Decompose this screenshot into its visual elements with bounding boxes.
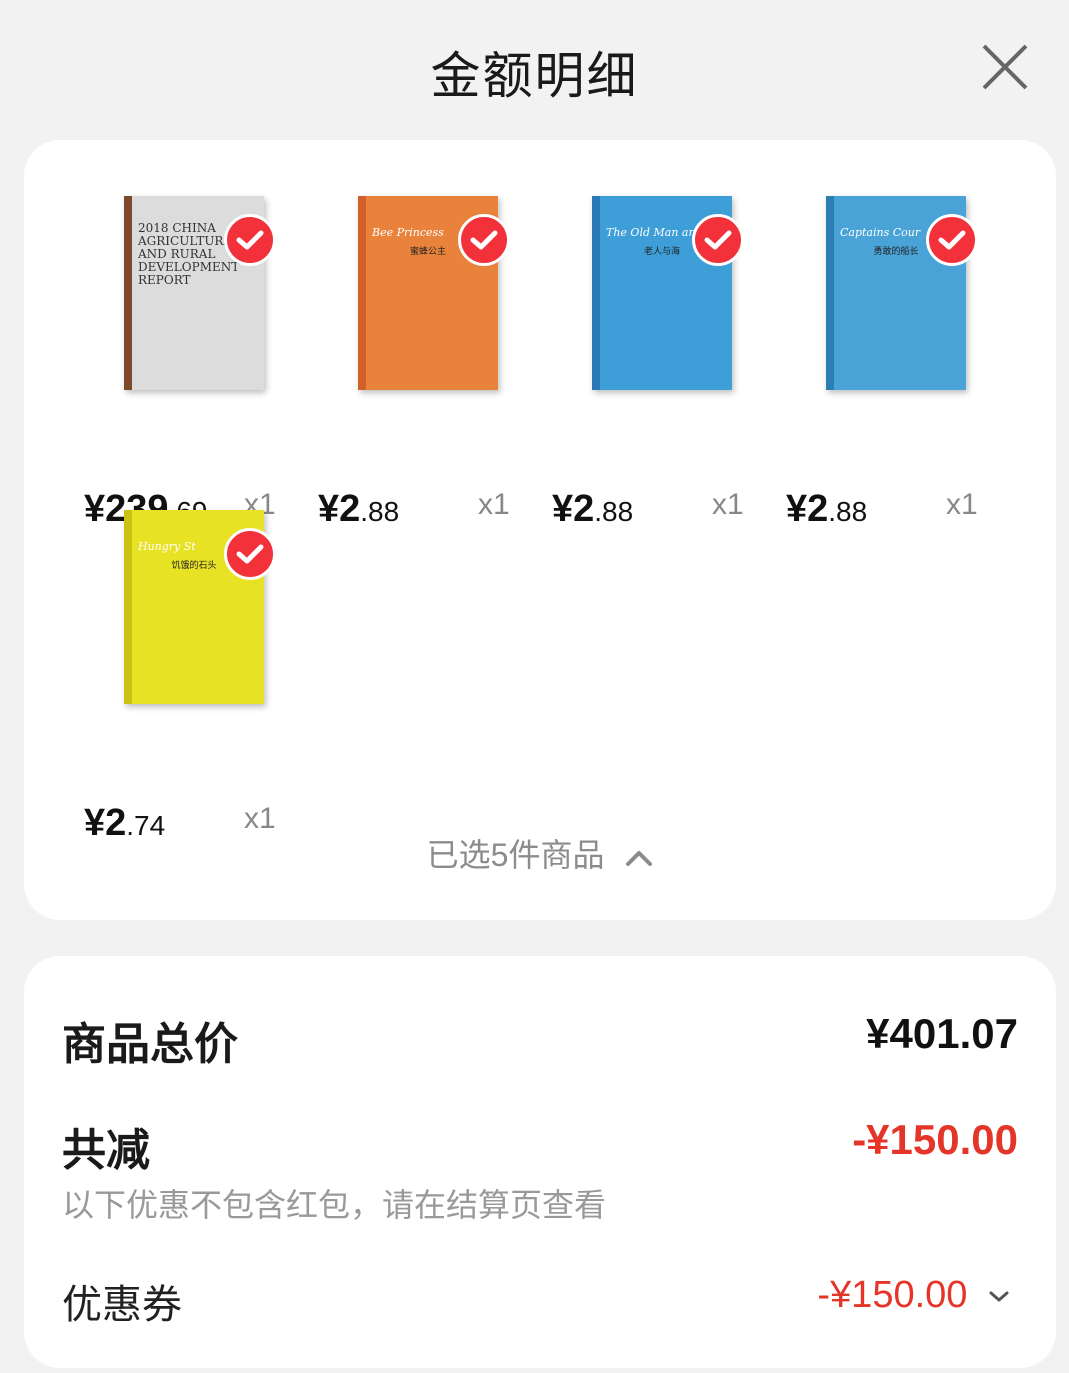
discount-note: 以下优惠不包含红包，请在结算页查看 — [62, 1187, 607, 1223]
coupon-value: -¥150.00 — [817, 1274, 968, 1316]
selected-count-toggle[interactable]: 已选5件商品 — [24, 830, 1056, 876]
checkmark-icon — [236, 544, 264, 564]
close-icon[interactable] — [980, 42, 1030, 92]
close-button[interactable] — [980, 42, 1030, 92]
product-item[interactable]: The Old Man and 老人与海 ¥2.88 x1 — [552, 196, 772, 530]
modal-header: 金额明细 — [0, 0, 1069, 140]
product-item[interactable]: Hungry St 饥饿的石头 ¥2.74 x1 — [84, 510, 304, 844]
product-quantity: x1 — [946, 488, 978, 521]
product-quantity: x1 — [712, 488, 744, 521]
selected-checkbox[interactable] — [224, 528, 276, 580]
checkmark-icon — [470, 230, 498, 250]
product-item[interactable]: Captains Cour 勇敢的船长 ¥2.88 x1 — [786, 196, 1006, 530]
chevron-up-icon — [626, 850, 653, 866]
selected-checkbox[interactable] — [224, 214, 276, 266]
coupon-value-button[interactable]: -¥150.00 — [817, 1274, 1010, 1317]
product-item[interactable]: 2018 CHINA AGRICULTURAL AND RURAL DEVELO… — [84, 196, 304, 530]
selected-checkbox[interactable] — [692, 214, 744, 266]
checkmark-icon — [236, 230, 264, 250]
product-item[interactable]: Bee Princess 蜜蜂公主 ¥2.88 x1 — [318, 196, 538, 530]
product-price: ¥2.88 — [318, 488, 400, 530]
discount-value: -¥150.00 — [852, 1116, 1018, 1163]
product-list-card: 2018 CHINA AGRICULTURAL AND RURAL DEVELO… — [24, 140, 1056, 920]
checkmark-icon — [938, 230, 966, 250]
selected-count-label: 已选5件商品 — [426, 837, 605, 873]
product-quantity: x1 — [478, 488, 510, 521]
selected-checkbox[interactable] — [458, 214, 510, 266]
discount-label: 共减 — [62, 1126, 150, 1175]
selected-checkbox[interactable] — [926, 214, 978, 266]
chevron-down-icon — [989, 1291, 1009, 1302]
product-price: ¥2.88 — [786, 488, 868, 530]
page-title: 金额明细 — [430, 48, 639, 104]
checkmark-icon — [704, 230, 732, 250]
total-price-value: ¥401.07 — [866, 1010, 1018, 1057]
price-summary-card: 商品总价 ¥401.07 共减 -¥150.00 以下优惠不包含红包，请在结算页… — [24, 956, 1056, 1368]
total-price-label: 商品总价 — [62, 1020, 238, 1069]
product-price: ¥2.88 — [552, 488, 634, 530]
coupon-label: 优惠券 — [62, 1283, 182, 1327]
